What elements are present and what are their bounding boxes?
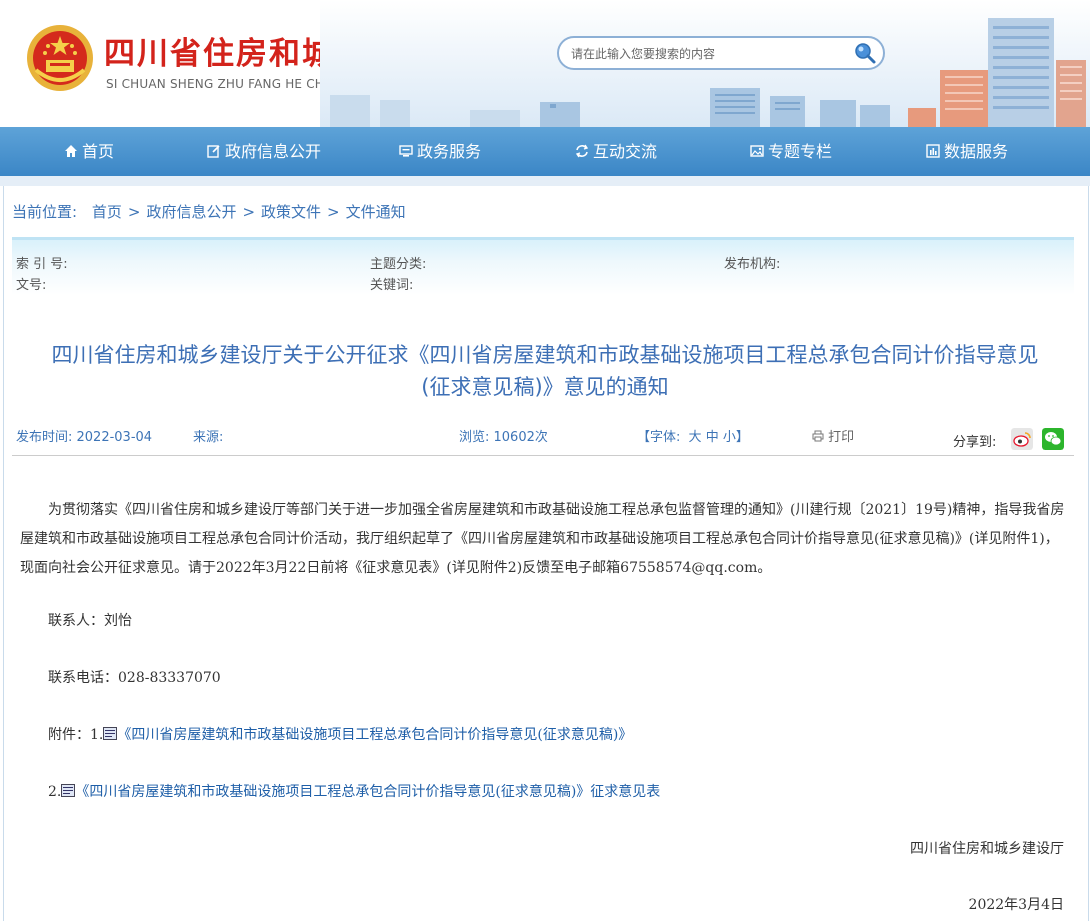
- font-medium-button[interactable]: 中: [706, 430, 719, 445]
- nav-label: 首页: [82, 142, 115, 161]
- monitor-icon: [399, 144, 413, 158]
- breadcrumb-separator: >: [327, 203, 340, 221]
- font-small-button[interactable]: 小】: [723, 430, 749, 445]
- nav-label: 数据服务: [944, 142, 1009, 161]
- divider: [12, 455, 1074, 456]
- printer-icon: [812, 430, 824, 442]
- breadcrumb-policy-docs[interactable]: 政策文件: [261, 203, 321, 221]
- breadcrumb-separator: >: [242, 203, 256, 221]
- nav-item-special-topics[interactable]: 专题专栏: [750, 127, 832, 176]
- source-label: 来源:: [193, 430, 224, 445]
- nav-label: 政府信息公开: [225, 142, 322, 161]
- home-icon: [64, 144, 78, 158]
- document-meta-box: [12, 237, 1074, 295]
- article-title-line1: 四川省住房和城乡建设厅关于公开征求《四川省房屋建筑和市政基础设施项目工程总承包合…: [51, 343, 1039, 367]
- national-emblem-logo: [27, 25, 93, 91]
- nav-item-data-services[interactable]: 数据服务: [926, 127, 1008, 176]
- attachment-prefix: 附件：1.: [48, 727, 104, 743]
- nav-item-gov-services[interactable]: 政务服务: [399, 127, 481, 176]
- print-button[interactable]: 打印: [812, 426, 854, 445]
- breadcrumb-home[interactable]: 首页: [92, 203, 122, 221]
- signature-date: 2022年3月4日: [968, 897, 1064, 913]
- keywords-label: 关键词:: [370, 278, 414, 293]
- index-number-label: 索 引 号:: [16, 257, 68, 272]
- nav-item-home[interactable]: 首页: [64, 127, 114, 176]
- nav-label: 政务服务: [417, 142, 482, 161]
- breadcrumb-separator: >: [127, 203, 141, 221]
- chart-icon: [926, 144, 940, 158]
- article-title-line2: (征求意见稿)》意见的通知: [421, 375, 669, 399]
- print-label: 打印: [828, 430, 855, 445]
- attachment-2: 2. 《四川省房屋建筑和市政基础设施项目工程总承包合同计价指导意见(征求意见稿)》…: [48, 781, 660, 801]
- breadcrumb: 当前位置: 首页 > 政府信息公开 > 政策文件 > 文件通知: [12, 201, 410, 222]
- topic-category-label: 主题分类:: [370, 257, 427, 272]
- nav-label: 互动交流: [593, 142, 658, 161]
- image-icon: [750, 144, 764, 158]
- article-title: 四川省住房和城乡建设厅关于公开征求《四川省房屋建筑和市政基础设施项目工程总承包合…: [20, 339, 1070, 403]
- document-file-icon: [61, 784, 76, 797]
- view-count: 浏览: 10602次: [459, 430, 548, 445]
- doc-number-label: 文号:: [16, 278, 47, 293]
- contact-phone: 联系电话：028-83337070: [48, 670, 221, 686]
- attachment-2-link[interactable]: 《四川省房屋建筑和市政基础设施项目工程总承包合同计价指导意见(征求意见稿)》征求…: [75, 784, 660, 800]
- font-size-label: 【字体:: [637, 430, 681, 445]
- weibo-share-icon[interactable]: [1011, 428, 1033, 450]
- font-size-control: 【字体: 大 中 小】: [637, 426, 749, 445]
- article-paragraph: 为贯彻落实《四川省住房和城乡建设厅等部门关于进一步加强全省房屋建筑和市政基础设施…: [20, 502, 1065, 576]
- document-file-icon: [103, 727, 118, 740]
- signature: 四川省住房和城乡建设厅: [910, 841, 1064, 857]
- attachment-prefix: 2.: [48, 784, 62, 800]
- publish-time: 发布时间: 2022-03-04: [16, 430, 153, 445]
- attachment-1-link[interactable]: 《四川省房屋建筑和市政基础设施项目工程总承包合同计价指导意见(征求意见稿)》: [117, 727, 632, 743]
- search-input[interactable]: [569, 44, 853, 64]
- breadcrumb-notices[interactable]: 文件通知: [346, 203, 406, 221]
- exchange-icon: [575, 144, 589, 158]
- wechat-share-icon[interactable]: [1042, 428, 1064, 450]
- main-nav: 首页 政府信息公开 政务服务 互动交流 专题专栏 数据服务: [0, 127, 1090, 176]
- site-header: 四川省住房和城乡建设厅 SI CHUAN SHENG ZHU FANG HE C…: [0, 0, 1090, 127]
- contact-person: 联系人：刘怡: [48, 613, 132, 629]
- font-large-button[interactable]: 大: [689, 430, 702, 445]
- breadcrumb-label: 当前位置:: [12, 203, 78, 221]
- search-box[interactable]: [557, 36, 885, 70]
- breadcrumb-gov-info[interactable]: 政府信息公开: [146, 203, 236, 221]
- edit-icon: [207, 144, 221, 158]
- nav-label: 专题专栏: [768, 142, 833, 161]
- nav-item-interaction[interactable]: 互动交流: [575, 127, 657, 176]
- publisher-label: 发布机构:: [724, 257, 781, 272]
- search-icon[interactable]: [853, 41, 877, 65]
- share-label: 分享到:: [953, 435, 997, 450]
- nav-item-gov-info[interactable]: 政府信息公开: [207, 127, 321, 176]
- attachment-1: 附件：1. 《四川省房屋建筑和市政基础设施项目工程总承包合同计价指导意见(征求意见…: [48, 724, 632, 744]
- nav-shadow-strip: [0, 176, 1090, 186]
